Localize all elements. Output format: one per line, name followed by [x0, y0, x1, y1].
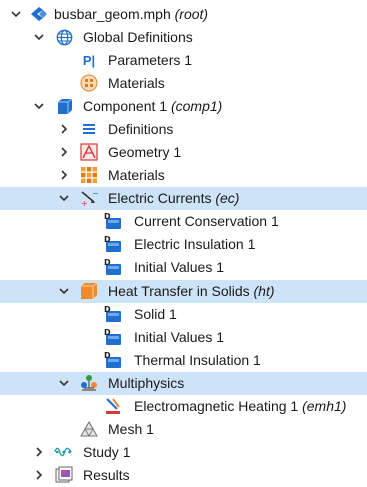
tree-node-parameters[interactable]: P| Parameters 1: [0, 49, 367, 72]
tree-node-label: Electric Insulation 1: [134, 236, 256, 252]
results-icon: [55, 466, 73, 484]
tree-node-label: Multiphysics: [108, 375, 185, 391]
svg-text:D: D: [104, 328, 111, 337]
tree-node-component[interactable]: Component 1 (comp1): [0, 95, 367, 118]
physics-node-icon: D: [104, 351, 122, 369]
chevron-down-icon[interactable]: [58, 284, 70, 298]
tree-node-label: Results: [83, 467, 130, 483]
chevron-right-icon[interactable]: [58, 145, 70, 159]
model-icon: [30, 5, 48, 23]
tree-node-mesh[interactable]: Mesh 1: [0, 418, 367, 441]
tree-node-label: Definitions: [108, 121, 174, 137]
tree-node-materials[interactable]: Materials: [0, 164, 367, 187]
tree-node-electric-insulation[interactable]: D Electric Insulation 1: [0, 233, 367, 256]
chevron-right-icon[interactable]: [58, 122, 70, 136]
svg-text:−: −: [92, 189, 98, 198]
physics-node-icon: D: [104, 212, 122, 230]
tree-node-global-materials[interactable]: Materials: [0, 72, 367, 95]
chevron-down-icon[interactable]: [58, 191, 70, 205]
tree-node-solid[interactable]: D Solid 1: [0, 303, 367, 326]
materials-global-icon: [80, 74, 98, 92]
multiphysics-icon: [80, 374, 98, 392]
chevron-down-icon[interactable]: [33, 99, 45, 113]
tree-node-label: Solid 1: [134, 306, 177, 322]
tree-node-label: Parameters 1: [108, 52, 193, 68]
chevron-right-icon[interactable]: [33, 445, 45, 459]
globe-icon: [55, 28, 73, 46]
tree-node-electric-currents[interactable]: + − Electric Currents (ec): [0, 187, 367, 210]
heat-transfer-icon: [80, 282, 98, 300]
em-heating-icon: [104, 397, 122, 415]
svg-text:D: D: [104, 305, 111, 314]
physics-node-icon: D: [104, 305, 122, 323]
definitions-icon: [80, 120, 98, 138]
tree-node-label: Thermal Insulation 1: [134, 352, 261, 368]
tree-node-initial-values-ht[interactable]: D Initial Values 1: [0, 326, 367, 349]
svg-text:D: D: [104, 212, 111, 221]
tree-node-label: Materials: [108, 167, 165, 183]
svg-text:D: D: [104, 351, 111, 360]
materials-icon: [80, 166, 98, 184]
tree-node-em-heating[interactable]: Electromagnetic Heating 1 (emh1): [0, 395, 367, 418]
geometry-icon: [80, 143, 98, 161]
tree-node-label: Study 1: [83, 444, 131, 460]
tree-node-label: Initial Values 1: [134, 329, 225, 345]
tree-node-thermal-insulation[interactable]: D Thermal Insulation 1: [0, 349, 367, 372]
mesh-icon: [80, 420, 98, 438]
chevron-down-icon[interactable]: [10, 7, 22, 21]
svg-text:D: D: [104, 258, 111, 267]
physics-node-icon: D: [104, 258, 122, 276]
chevron-right-icon[interactable]: [33, 468, 45, 482]
electric-currents-icon: + −: [80, 189, 98, 207]
parameters-icon: P|: [82, 52, 96, 68]
svg-text:+: +: [81, 199, 88, 207]
study-icon: [54, 443, 72, 461]
tree-node-label: Component 1 (comp1): [83, 98, 223, 114]
tree-node-label: Mesh 1: [108, 421, 154, 437]
tree-node-current-conservation[interactable]: D Current Conservation 1: [0, 210, 367, 233]
physics-node-icon: D: [104, 235, 122, 253]
tree-node-multiphysics[interactable]: Multiphysics: [0, 372, 367, 395]
tree-node-label: busbar_geom.mph (root): [54, 6, 209, 22]
tree-node-initial-values-ec[interactable]: D Initial Values 1: [0, 256, 367, 279]
tree-node-geometry[interactable]: Geometry 1: [0, 141, 367, 164]
chevron-right-icon[interactable]: [58, 168, 70, 182]
tree-node-heat-transfer[interactable]: Heat Transfer in Solids (ht): [0, 280, 367, 303]
svg-text:D: D: [104, 235, 111, 244]
tree-node-global-definitions[interactable]: Global Definitions: [0, 26, 367, 49]
chevron-down-icon[interactable]: [33, 30, 45, 44]
tree-node-label: Electromagnetic Heating 1 (emh1): [134, 398, 347, 414]
tree-node-study[interactable]: Study 1: [0, 441, 367, 464]
model-builder-tree: busbar_geom.mph (root) Global Definition…: [0, 0, 367, 487]
tree-node-label: Geometry 1: [108, 144, 182, 160]
tree-node-definitions[interactable]: Definitions: [0, 118, 367, 141]
physics-node-icon: D: [104, 328, 122, 346]
tree-node-label: Heat Transfer in Solids (ht): [108, 283, 275, 299]
tree-node-root[interactable]: busbar_geom.mph (root): [0, 3, 367, 26]
tree-node-results[interactable]: Results: [0, 464, 367, 487]
chevron-down-icon[interactable]: [58, 376, 70, 390]
tree-node-label: Global Definitions: [83, 29, 193, 45]
tree-node-label: Current Conservation 1: [134, 213, 279, 229]
tree-node-label: Electric Currents (ec): [108, 190, 240, 206]
tree-node-label: Materials: [108, 75, 165, 91]
tree-node-label: Initial Values 1: [134, 259, 225, 275]
component-icon: [55, 97, 73, 115]
